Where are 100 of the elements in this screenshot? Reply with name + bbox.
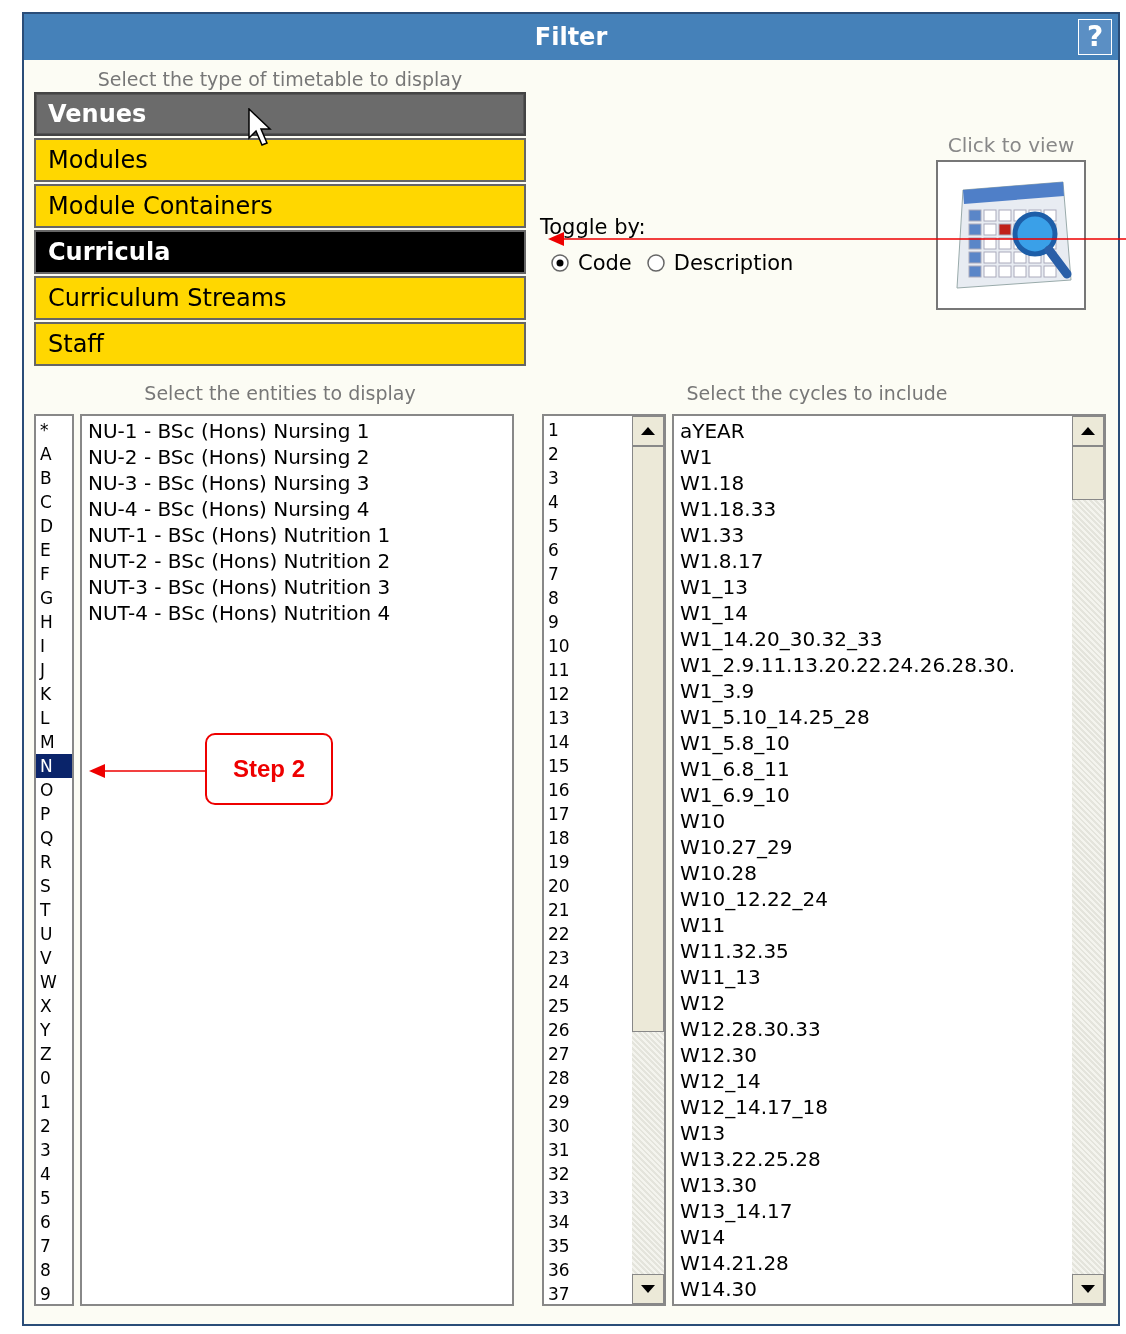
cycle-number[interactable]: 35 xyxy=(544,1234,632,1258)
cycle-number[interactable]: 4 xyxy=(544,490,632,514)
cycle-item[interactable]: W1.33 xyxy=(674,522,1072,548)
letter-item[interactable]: 8 xyxy=(36,1258,72,1282)
cycle-item[interactable]: W11.32.35 xyxy=(674,938,1072,964)
cycle-item[interactable]: W12.28.30.33 xyxy=(674,1016,1072,1042)
cycle-item[interactable]: W1.18 xyxy=(674,470,1072,496)
cycle-item[interactable]: W1_3.9 xyxy=(674,678,1072,704)
cycle-item[interactable]: W1 xyxy=(674,444,1072,470)
entity-item[interactable]: NU-2 - BSc (Hons) Nursing 2 xyxy=(82,444,512,470)
scroll-thumb[interactable] xyxy=(1072,446,1104,500)
cycle-item[interactable]: W1_2.9.11.13.20.22.24.26.28.30. xyxy=(674,652,1072,678)
letter-item[interactable]: F xyxy=(36,562,72,586)
cycle-number[interactable]: 15 xyxy=(544,754,632,778)
letter-item[interactable]: 2 xyxy=(36,1114,72,1138)
view-timetable-button[interactable] xyxy=(936,160,1086,310)
cycle-number[interactable]: 3 xyxy=(544,466,632,490)
entity-item[interactable]: NUT-1 - BSc (Hons) Nutrition 1 xyxy=(82,522,512,548)
letter-item[interactable]: T xyxy=(36,898,72,922)
letter-item[interactable]: N xyxy=(36,754,72,778)
cycle-item[interactable]: W1_14.20_30.32_33 xyxy=(674,626,1072,652)
cycle-item[interactable]: W1.8.17 xyxy=(674,548,1072,574)
cycle-number[interactable]: 23 xyxy=(544,946,632,970)
cycle-item[interactable]: W13_14.17 xyxy=(674,1198,1072,1224)
cycle-item[interactable]: W1.18.33 xyxy=(674,496,1072,522)
cycle-item[interactable]: W12_14 xyxy=(674,1068,1072,1094)
timetable-type-option[interactable]: Module Containers xyxy=(34,184,526,228)
cycle-number[interactable]: 13 xyxy=(544,706,632,730)
timetable-type-option[interactable]: Curricula xyxy=(34,230,526,274)
cycle-number[interactable]: 16 xyxy=(544,778,632,802)
cycle-item[interactable]: W13 xyxy=(674,1120,1072,1146)
entity-item[interactable]: NU-1 - BSc (Hons) Nursing 1 xyxy=(82,418,512,444)
cycle-item[interactable]: W13.30 xyxy=(674,1172,1072,1198)
cycle-number[interactable]: 11 xyxy=(544,658,632,682)
cycle-number[interactable]: 25 xyxy=(544,994,632,1018)
letter-item[interactable]: V xyxy=(36,946,72,970)
cycle-number[interactable]: 19 xyxy=(544,850,632,874)
cycle-number[interactable]: 21 xyxy=(544,898,632,922)
letter-item[interactable]: C xyxy=(36,490,72,514)
letter-item[interactable]: 7 xyxy=(36,1234,72,1258)
cycle-item[interactable]: W14.21.28 xyxy=(674,1250,1072,1276)
scroll-thumb[interactable] xyxy=(632,446,664,1032)
letter-item[interactable]: 1 xyxy=(36,1090,72,1114)
cycle-number[interactable]: 12 xyxy=(544,682,632,706)
cycle-number[interactable]: 31 xyxy=(544,1138,632,1162)
scroll-up-button[interactable] xyxy=(1072,416,1104,446)
letter-item[interactable]: B xyxy=(36,466,72,490)
cycle-item[interactable]: W1_13 xyxy=(674,574,1072,600)
cycle-item[interactable]: W1_5.8_10 xyxy=(674,730,1072,756)
timetable-type-option[interactable]: Staff xyxy=(34,322,526,366)
cycle-item[interactable]: aYEAR xyxy=(674,418,1072,444)
cycle-number[interactable]: 7 xyxy=(544,562,632,586)
cycle-item[interactable]: W1_6.9_10 xyxy=(674,782,1072,808)
cycle-number[interactable]: 2 xyxy=(544,442,632,466)
letter-item[interactable]: H xyxy=(36,610,72,634)
radio-button[interactable] xyxy=(550,253,570,274)
letter-item[interactable]: I xyxy=(36,634,72,658)
cycle-number[interactable]: 37 xyxy=(544,1282,632,1306)
cycle-item[interactable]: W11_13 xyxy=(674,964,1072,990)
letter-item[interactable]: R xyxy=(36,850,72,874)
letter-item[interactable]: E xyxy=(36,538,72,562)
letter-item[interactable]: 0 xyxy=(36,1066,72,1090)
letter-item[interactable]: A xyxy=(36,442,72,466)
cycle-item[interactable]: W10 xyxy=(674,808,1072,834)
cycle-item[interactable]: W12_14.17_18 xyxy=(674,1094,1072,1120)
cycle-number[interactable]: 9 xyxy=(544,610,632,634)
cycle-number[interactable]: 29 xyxy=(544,1090,632,1114)
letter-item[interactable]: Q xyxy=(36,826,72,850)
entity-item[interactable]: NUT-2 - BSc (Hons) Nutrition 2 xyxy=(82,548,512,574)
timetable-type-option[interactable]: Curriculum Streams xyxy=(34,276,526,320)
scroll-down-button[interactable] xyxy=(1072,1274,1104,1304)
letter-item[interactable]: Y xyxy=(36,1018,72,1042)
cycle-item[interactable]: W10_12.22_24 xyxy=(674,886,1072,912)
cycle-number[interactable]: 32 xyxy=(544,1162,632,1186)
cycle-item[interactable]: W10.28 xyxy=(674,860,1072,886)
letter-item[interactable]: 4 xyxy=(36,1162,72,1186)
cycle-number[interactable]: 10 xyxy=(544,634,632,658)
entity-item[interactable]: NUT-3 - BSc (Hons) Nutrition 3 xyxy=(82,574,512,600)
letter-item[interactable]: W xyxy=(36,970,72,994)
scrollbar[interactable] xyxy=(1072,416,1104,1304)
letter-item[interactable]: M xyxy=(36,730,72,754)
letter-item[interactable]: 9 xyxy=(36,1282,72,1306)
cycle-item[interactable]: W1_14 xyxy=(674,600,1072,626)
cycle-item[interactable]: W10.27_29 xyxy=(674,834,1072,860)
cycle-number[interactable]: 20 xyxy=(544,874,632,898)
cycle-number[interactable]: 34 xyxy=(544,1210,632,1234)
cycle-number[interactable]: 28 xyxy=(544,1066,632,1090)
cycle-number[interactable]: 27 xyxy=(544,1042,632,1066)
letter-item[interactable]: X xyxy=(36,994,72,1018)
letter-item[interactable]: U xyxy=(36,922,72,946)
scroll-up-button[interactable] xyxy=(632,416,664,446)
entity-item[interactable]: NU-4 - BSc (Hons) Nursing 4 xyxy=(82,496,512,522)
cycle-number[interactable]: 8 xyxy=(544,586,632,610)
cycle-number[interactable]: 24 xyxy=(544,970,632,994)
letter-item[interactable]: 5 xyxy=(36,1186,72,1210)
cycle-number[interactable]: 1 xyxy=(544,418,632,442)
letter-item[interactable]: K xyxy=(36,682,72,706)
cycle-item[interactable]: W1_5.10_14.25_28 xyxy=(674,704,1072,730)
letter-item[interactable]: G xyxy=(36,586,72,610)
cycle-number[interactable]: 5 xyxy=(544,514,632,538)
